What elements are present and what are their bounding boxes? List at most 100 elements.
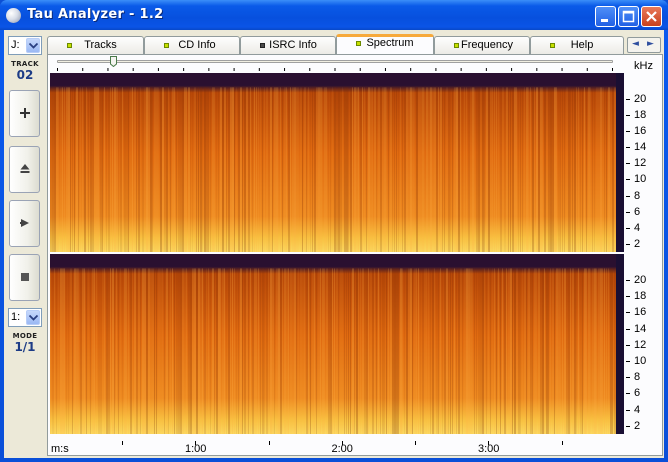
title-bar[interactable]: Tau Analyzer - 1.2 [0, 0, 668, 30]
spectrogram-streak [378, 268, 379, 434]
spectrogram-streak [482, 87, 484, 252]
spectrogram-streak [416, 268, 417, 434]
add-button[interactable] [9, 90, 40, 137]
mode-select[interactable]: 1: [8, 308, 42, 327]
tab-help[interactable]: Help [530, 36, 624, 54]
spectrogram-streak [260, 87, 261, 252]
spectrogram-streak [412, 268, 413, 434]
spectrogram-streak [380, 87, 382, 252]
tab-scroll-buttons[interactable]: ◄ ► [627, 37, 661, 53]
tab-strip: Tracks CD Info ISRC Info Spectrum Freque… [47, 34, 663, 55]
tab-frequency[interactable]: Frequency [434, 36, 530, 54]
spectrogram-streak [328, 268, 330, 434]
spectrogram-streak [158, 87, 159, 252]
spectrogram-streak [584, 87, 585, 252]
drive-select[interactable]: J: [8, 36, 42, 55]
spectrogram-streak [442, 268, 443, 434]
spectrogram-streak [468, 268, 470, 434]
spectrogram-streak [482, 268, 484, 434]
frequency-tick [626, 377, 630, 379]
spectrogram-streak [148, 268, 150, 434]
spectrogram-streak [382, 268, 384, 434]
spectrogram-streak [418, 87, 420, 252]
spectrogram-streak [520, 87, 521, 252]
spectrogram-streak [158, 268, 160, 434]
spectrogram-streak [216, 87, 217, 252]
scroll-right-icon[interactable]: ► [647, 39, 654, 49]
frequency-tick [626, 227, 630, 229]
position-slider-thumb[interactable] [109, 56, 117, 67]
tab-tracks[interactable]: Tracks [47, 36, 144, 54]
spectrogram-streak [306, 268, 308, 434]
spectrogram-streak [50, 268, 51, 434]
position-slider-track[interactable] [57, 60, 613, 63]
spectrogram-streak [110, 268, 111, 434]
spectrogram-streak [326, 87, 327, 252]
spectrogram-streak [324, 87, 326, 252]
close-button[interactable] [641, 6, 662, 27]
spectrogram-streak [460, 268, 462, 434]
spectrogram-streak [336, 268, 338, 434]
spectrogram-streak [120, 87, 122, 252]
spectrogram-streak [284, 87, 286, 252]
spectrogram-channel-1[interactable] [50, 73, 624, 252]
spectrogram-streak [450, 268, 451, 434]
spectrogram-streak [156, 87, 158, 252]
spectrogram-streak [458, 268, 460, 434]
frequency-tick [626, 361, 630, 362]
spectrogram-streak [106, 268, 108, 434]
spectrogram-streak [362, 268, 364, 434]
spectrogram-streak [176, 87, 177, 252]
tab-spectrum[interactable]: Spectrum [336, 34, 434, 55]
spectrogram-streak [252, 268, 254, 434]
spectrogram-streak [182, 87, 184, 252]
minimize-button[interactable] [595, 6, 616, 27]
mode-select-dropdown[interactable] [26, 310, 40, 325]
spectrogram-streak [510, 268, 512, 434]
spectrogram-streak [116, 268, 117, 434]
spectrogram-streak [330, 87, 331, 252]
spectrogram-streak [552, 268, 554, 434]
spectrogram-streak [374, 268, 375, 434]
spectrogram-streak [68, 268, 69, 434]
frequency-tick [626, 131, 630, 133]
spectrogram-channel-2[interactable] [50, 254, 624, 434]
spectrogram-streak [464, 268, 466, 434]
spectrogram-streak [380, 268, 381, 434]
spectrogram-streak [494, 268, 495, 434]
play-button[interactable] [9, 200, 40, 247]
spectrogram-streak [182, 268, 184, 434]
spectrogram-streak [140, 87, 141, 252]
tab-cd-info[interactable]: CD Info [144, 36, 240, 54]
spectrogram-streak [278, 268, 280, 434]
scroll-left-icon[interactable]: ◄ [632, 39, 639, 49]
frequency-tick-label: 18 [634, 109, 647, 121]
spectrogram-streak [430, 268, 431, 434]
spectrogram-streak [528, 87, 529, 252]
maximize-button[interactable] [618, 6, 639, 27]
spectrogram-streak [212, 268, 214, 434]
spectrogram-streak [192, 87, 193, 252]
spectrogram-streak [598, 268, 600, 434]
spectrogram-streak [390, 268, 392, 434]
tab-isrc-info[interactable]: ISRC Info [240, 36, 336, 54]
stop-button[interactable] [9, 254, 40, 301]
spectrogram-streak [584, 268, 586, 434]
spectrogram-streak [558, 87, 560, 252]
spectrogram-streak [316, 87, 318, 252]
spectrogram-streak [444, 268, 446, 434]
spectrogram-streak [484, 268, 485, 434]
spectrogram-streak [260, 268, 261, 434]
spectrogram-streak [266, 268, 268, 434]
time-tick-label: 2:00 [331, 443, 353, 455]
spectrogram-streak [332, 87, 333, 252]
eject-button[interactable] [9, 146, 40, 193]
spectrogram-streak [310, 87, 311, 252]
spectrogram-streak [306, 87, 307, 252]
tab-label: Spectrum [366, 37, 414, 49]
spectrogram-streak [366, 268, 368, 434]
plus-icon [10, 105, 39, 122]
drive-select-dropdown[interactable] [26, 38, 40, 53]
spectrogram-streak [598, 87, 600, 252]
spectrogram-streak [562, 87, 563, 252]
